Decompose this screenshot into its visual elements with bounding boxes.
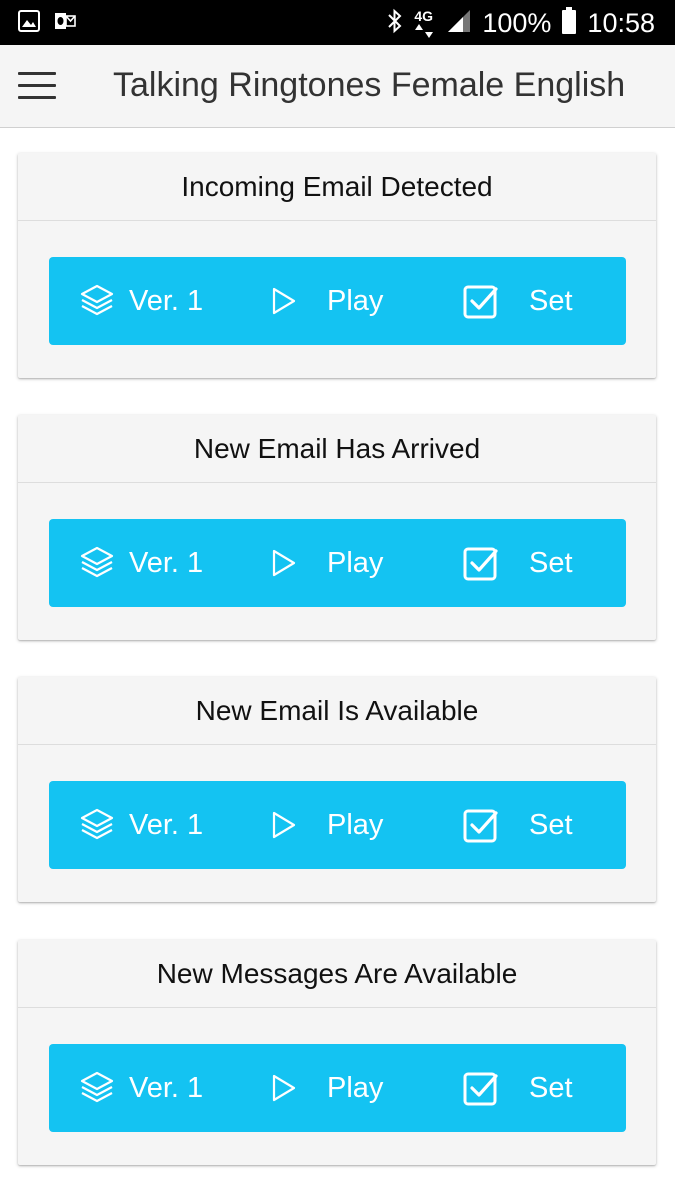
battery-percent: 100% xyxy=(482,8,552,38)
play-label: Play xyxy=(327,285,384,317)
ringtone-card: Incoming Email Detected Ver. 1 Play Set xyxy=(18,153,656,378)
play-icon xyxy=(271,548,297,578)
version-button[interactable]: Ver. 1 xyxy=(79,257,203,345)
checkbox-checked-icon xyxy=(463,807,499,843)
battery-icon xyxy=(561,6,577,40)
version-label: Ver. 1 xyxy=(129,547,204,579)
play-button[interactable]: Play xyxy=(271,519,383,607)
play-label: Play xyxy=(327,1072,384,1104)
bluetooth-icon xyxy=(386,8,404,39)
signal-icon xyxy=(446,8,472,39)
play-icon xyxy=(271,810,297,840)
ringtone-actions: Ver. 1 Play Set xyxy=(49,519,626,607)
play-icon xyxy=(271,1073,297,1103)
status-left-icons xyxy=(18,10,76,37)
ringtone-card: New Email Is Available Ver. 1 Play Set xyxy=(18,677,656,902)
set-button[interactable]: Set xyxy=(463,257,573,345)
outlook-icon xyxy=(54,10,76,37)
ringtone-actions: Ver. 1 Play Set xyxy=(49,257,626,345)
ringtone-actions: Ver. 1 Play Set xyxy=(49,1044,626,1132)
network-4g-icon: 4G xyxy=(414,8,436,38)
set-button[interactable]: Set xyxy=(463,781,573,869)
set-label: Set xyxy=(529,1072,573,1104)
set-button[interactable]: Set xyxy=(463,519,573,607)
layers-icon xyxy=(79,545,115,581)
play-button[interactable]: Play xyxy=(271,257,383,345)
ringtone-actions: Ver. 1 Play Set xyxy=(49,781,626,869)
checkbox-checked-icon xyxy=(463,545,499,581)
checkbox-checked-icon xyxy=(463,1070,499,1106)
ringtone-title: New Email Is Available xyxy=(18,677,656,745)
hamburger-menu-icon[interactable] xyxy=(18,72,58,102)
version-button[interactable]: Ver. 1 xyxy=(79,781,203,869)
checkbox-checked-icon xyxy=(463,283,499,319)
app-bar: Talking Ringtones Female English xyxy=(0,45,675,128)
layers-icon xyxy=(79,807,115,843)
ringtone-card: New Messages Are Available Ver. 1 Play S… xyxy=(18,940,656,1165)
version-button[interactable]: Ver. 1 xyxy=(79,519,203,607)
image-icon xyxy=(18,10,40,37)
play-label: Play xyxy=(327,547,384,579)
clock: 10:58 xyxy=(587,8,655,38)
layers-icon xyxy=(79,1070,115,1106)
play-button[interactable]: Play xyxy=(271,781,383,869)
ringtone-title: New Messages Are Available xyxy=(18,940,656,1008)
version-button[interactable]: Ver. 1 xyxy=(79,1044,203,1132)
status-bar: 4G 100% 10:58 xyxy=(0,0,675,45)
ringtone-title: New Email Has Arrived xyxy=(18,415,656,483)
ringtone-title: Incoming Email Detected xyxy=(18,153,656,221)
version-label: Ver. 1 xyxy=(129,1072,204,1104)
set-button[interactable]: Set xyxy=(463,1044,573,1132)
set-label: Set xyxy=(529,809,573,841)
play-button[interactable]: Play xyxy=(271,1044,383,1132)
play-icon xyxy=(271,286,297,316)
status-right-icons: 4G 100% 10:58 xyxy=(386,6,655,40)
play-label: Play xyxy=(327,809,384,841)
page-title: Talking Ringtones Female English xyxy=(113,66,626,104)
version-label: Ver. 1 xyxy=(129,285,204,317)
set-label: Set xyxy=(529,285,573,317)
ringtone-card: New Email Has Arrived Ver. 1 Play Set xyxy=(18,415,656,640)
version-label: Ver. 1 xyxy=(129,809,204,841)
layers-icon xyxy=(79,283,115,319)
set-label: Set xyxy=(529,547,573,579)
